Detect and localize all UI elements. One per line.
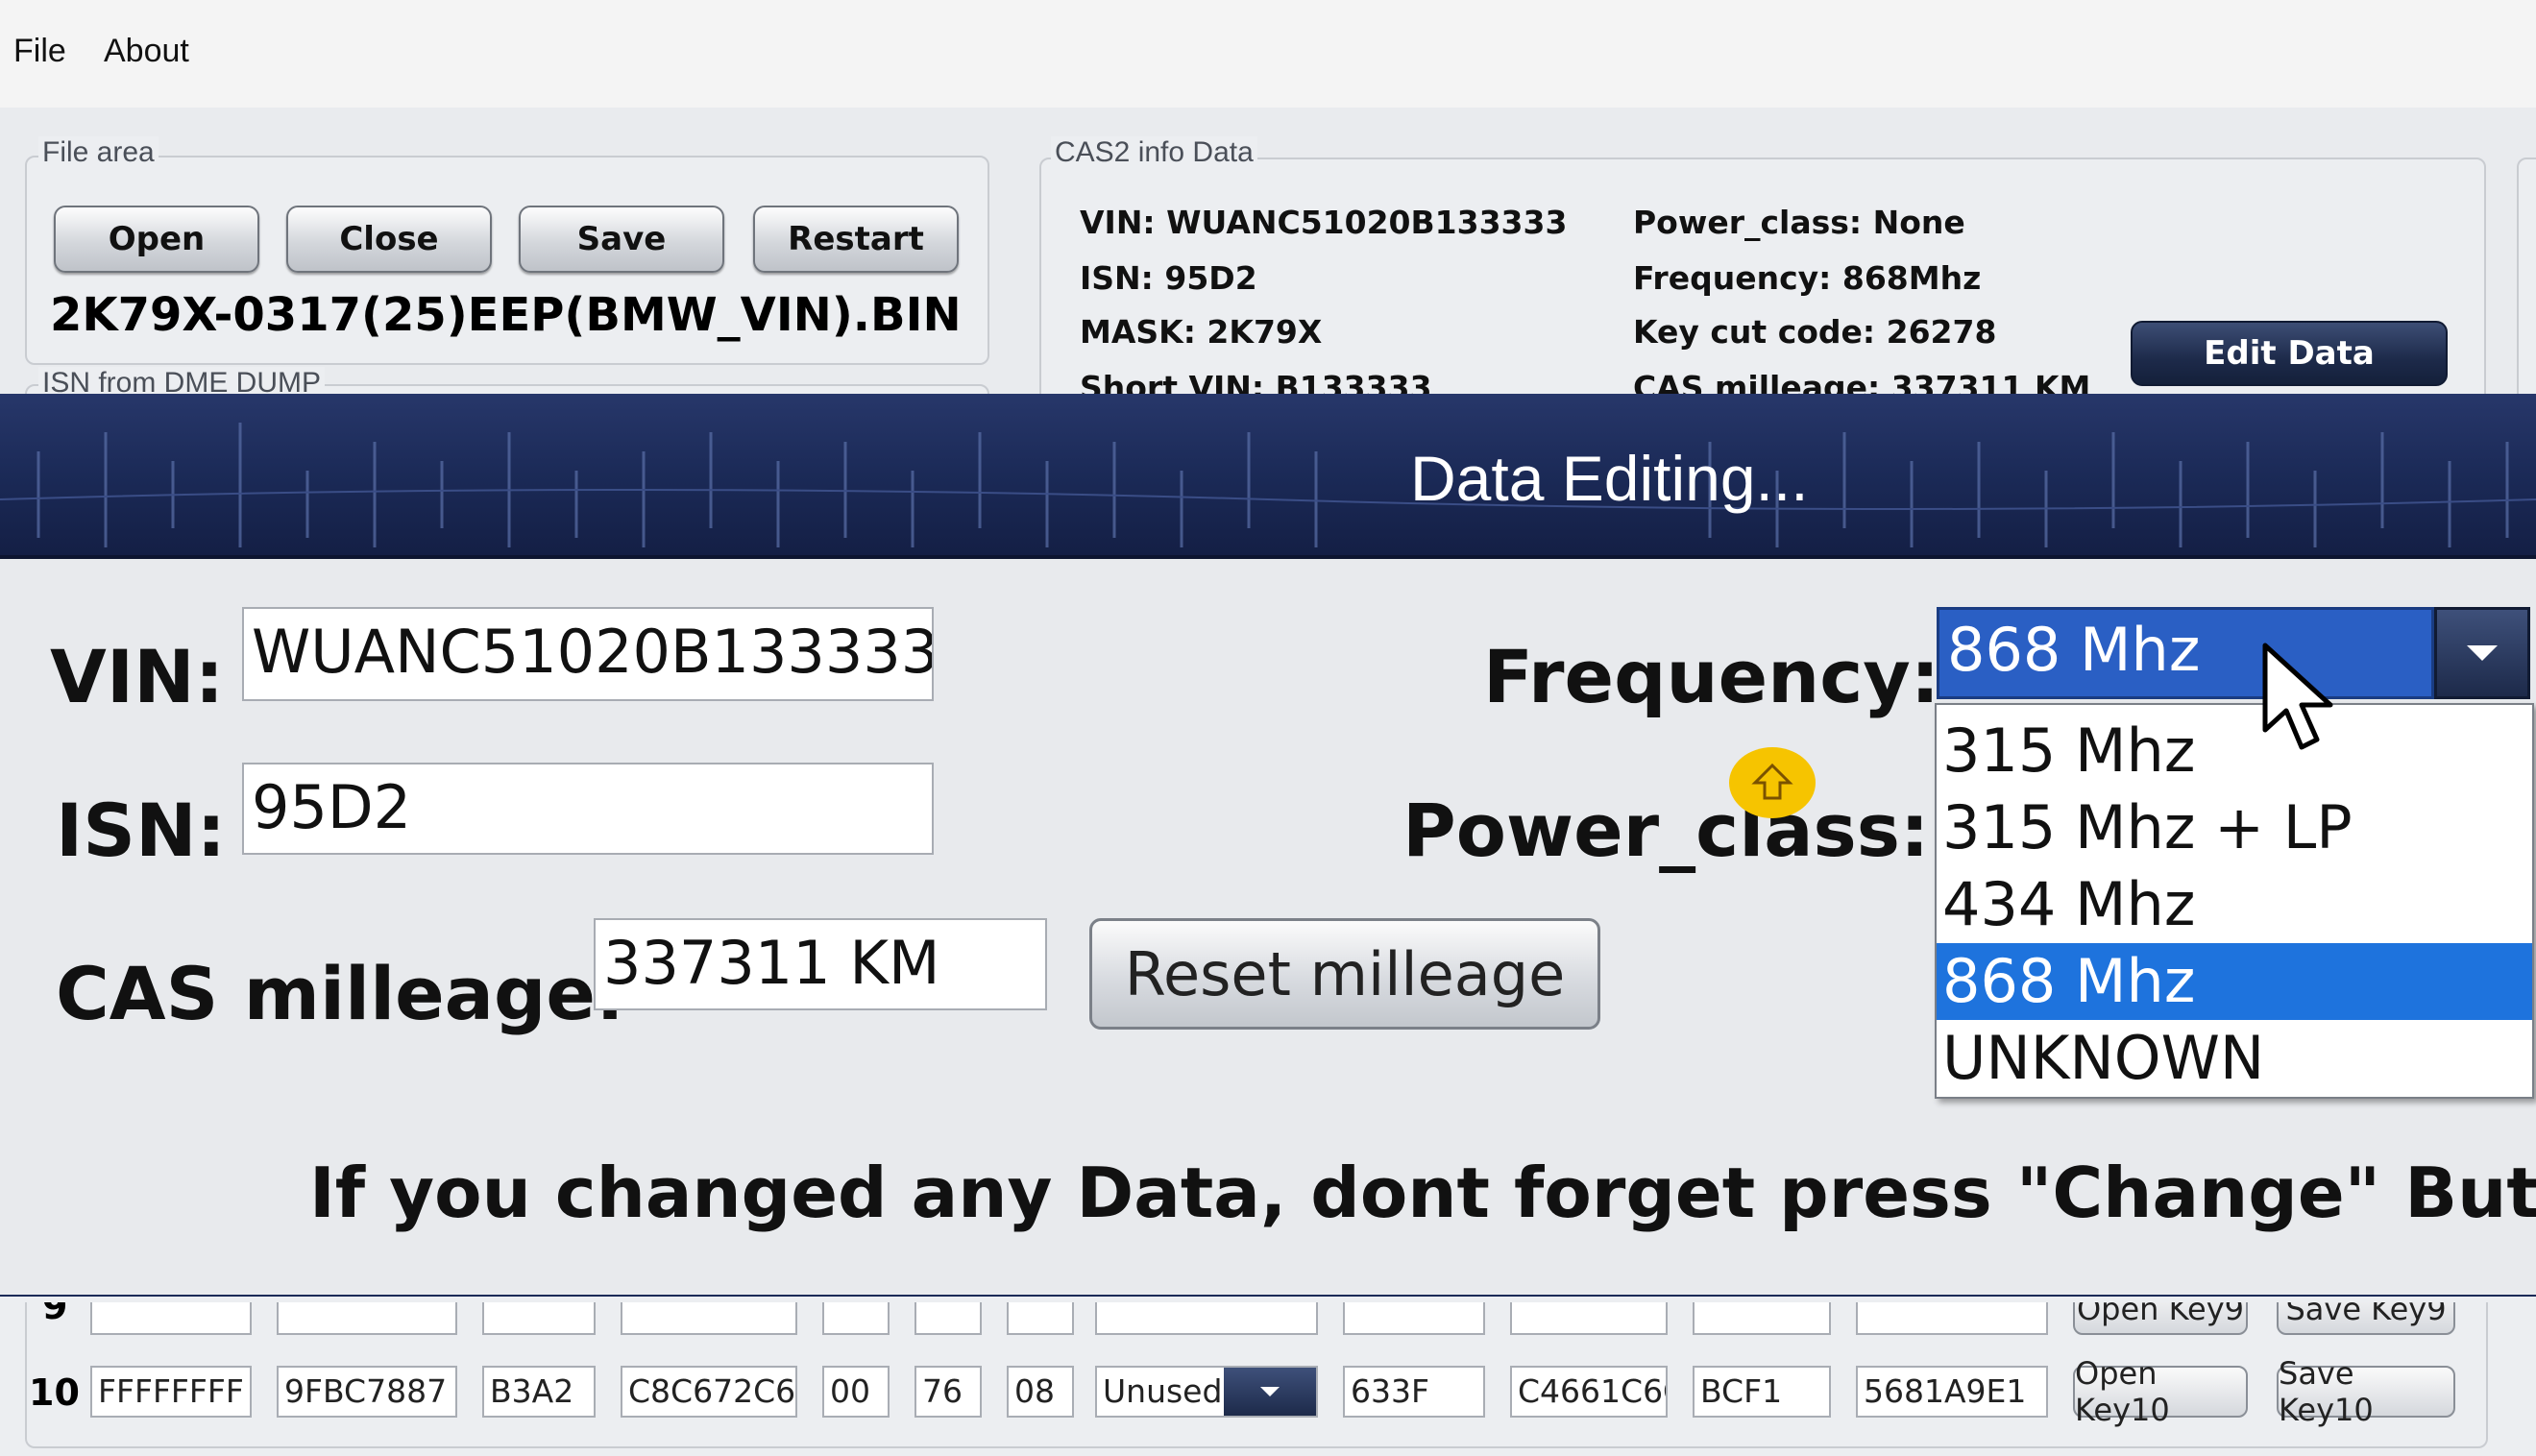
open-key9-button[interactable]: Open Key9 <box>2073 1302 2248 1335</box>
key-cell[interactable] <box>277 1302 457 1335</box>
key-cell[interactable]: 5681A9E1 <box>1856 1366 2048 1418</box>
key-cell[interactable]: 76 <box>914 1366 982 1418</box>
mouse-pointer-icon <box>2262 643 2333 750</box>
menu-about[interactable]: About <box>104 33 189 70</box>
power-class-label: Power_class: <box>1402 788 1930 873</box>
close-button[interactable]: Close <box>286 206 492 273</box>
row-number: 10 <box>29 1371 80 1414</box>
frequency-option[interactable]: UNKNOWN <box>1937 1020 2532 1097</box>
menu-bar <box>0 0 2536 108</box>
key-row-9-clip: 9 Open Key9 Save Key9 <box>0 1302 2536 1341</box>
reset-milleage-button[interactable]: Reset milleage <box>1089 918 1600 1030</box>
milleage-label: CAS milleage: <box>56 951 625 1036</box>
chevron-down-icon[interactable] <box>1224 1368 1316 1416</box>
key-cell[interactable] <box>1343 1302 1485 1335</box>
key-status-select[interactable]: Unused <box>1095 1366 1318 1418</box>
key-cell[interactable]: B3A2 <box>482 1366 596 1418</box>
key-cell[interactable] <box>914 1302 982 1335</box>
vin-input[interactable]: WUANC51020B133333 <box>242 607 934 701</box>
info-key-cut-code: Key cut code: 26278 <box>1633 313 1997 351</box>
key-cell[interactable]: C4661C6C <box>1510 1366 1668 1418</box>
key-cell[interactable]: 9FBC7887 <box>277 1366 457 1418</box>
isn-input[interactable]: 95D2 <box>242 763 934 855</box>
key-cell[interactable] <box>1510 1302 1668 1335</box>
key-cell[interactable]: 633F <box>1343 1366 1485 1418</box>
key-cell[interactable] <box>822 1302 890 1335</box>
frequency-label: Frequency: <box>1483 634 1940 719</box>
frequency-option[interactable]: 315 Mhz + LP <box>1937 789 2532 866</box>
info-power-class: Power_class: None <box>1633 204 1965 241</box>
save-key10-button[interactable]: Save Key10 <box>2277 1355 2455 1428</box>
key-cell[interactable]: 00 <box>822 1366 890 1418</box>
key-cell[interactable] <box>482 1302 596 1335</box>
chevron-down-icon[interactable] <box>2434 607 2530 699</box>
menu-file[interactable]: File <box>13 33 66 70</box>
key-cell[interactable] <box>90 1302 252 1335</box>
warning-clip: If you changed any Data, dont forget pre… <box>0 1153 2536 1249</box>
key-cell[interactable] <box>621 1302 797 1335</box>
key-cell[interactable]: BCF1 <box>1693 1366 1831 1418</box>
info-frequency: Frequency: 868Mhz <box>1633 259 1982 297</box>
cas-info-legend: CAS2 info Data <box>1051 136 1257 169</box>
row-number: 9 <box>42 1302 68 1327</box>
key-cell[interactable]: FFFFFFFF <box>90 1366 252 1418</box>
file-area-legend: File area <box>38 136 158 169</box>
frequency-option[interactable]: 315 Mhz <box>1937 713 2532 789</box>
dialog-header <box>0 394 2536 559</box>
key-cell[interactable]: 08 <box>1007 1366 1074 1418</box>
open-button[interactable]: Open <box>54 206 259 273</box>
save-key9-button[interactable]: Save Key9 <box>2277 1302 2455 1335</box>
restart-button[interactable]: Restart <box>753 206 959 273</box>
frequency-select[interactable]: 868 Mhz <box>1937 607 2434 699</box>
frequency-option-selected[interactable]: 868 Mhz <box>1937 943 2532 1020</box>
info-vin: VIN: WUANC51020B133333 <box>1080 204 1568 241</box>
warning-text: If you changed any Data, dont forget pre… <box>309 1153 2536 1233</box>
file-name: 2K79X-0317(25)EEP(BMW_VIN).BIN <box>50 288 962 342</box>
info-isn: ISN: 95D2 <box>1080 259 1257 297</box>
vin-label: VIN: <box>50 634 225 719</box>
save-button[interactable]: Save <box>519 206 724 273</box>
key-cell[interactable]: C8C672C6 <box>621 1366 797 1418</box>
shift-indicator-icon <box>1729 747 1816 818</box>
isn-label: ISN: <box>56 788 227 873</box>
dialog-title: Data Editing... <box>1410 443 1809 514</box>
key-cell[interactable] <box>1693 1302 1831 1335</box>
open-key10-button[interactable]: Open Key10 <box>2073 1355 2248 1428</box>
key-cell[interactable] <box>1856 1302 2048 1335</box>
header-pattern <box>0 423 2536 547</box>
info-mask: MASK: 2K79X <box>1080 313 1323 351</box>
edit-data-button[interactable]: Edit Data <box>2131 321 2448 386</box>
frequency-dropdown: 315 Mhz 315 Mhz + LP 434 Mhz 868 Mhz UNK… <box>1935 703 2534 1099</box>
frequency-option[interactable]: 434 Mhz <box>1937 866 2532 943</box>
key-cell[interactable] <box>1007 1302 1074 1335</box>
milleage-input[interactable]: 337311 KM <box>594 918 1047 1010</box>
key-status-select[interactable] <box>1095 1302 1318 1335</box>
